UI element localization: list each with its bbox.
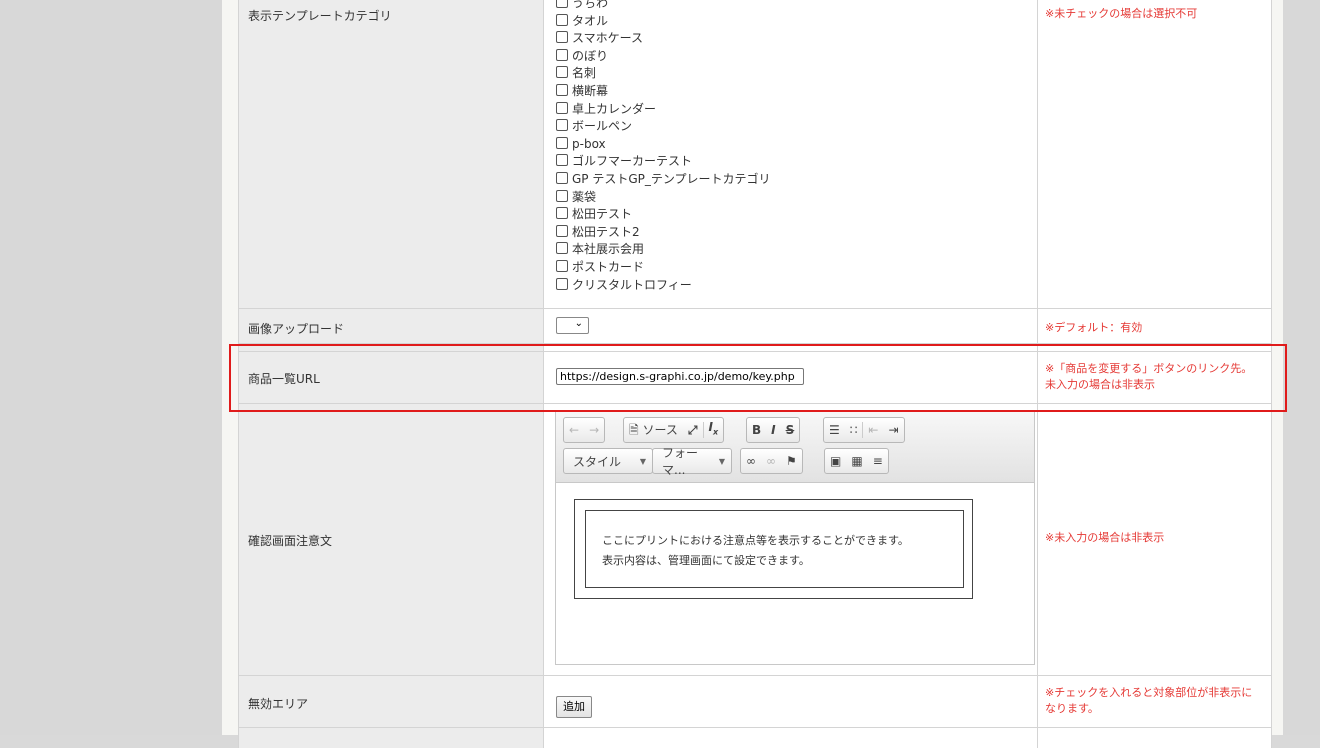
- checkbox-item[interactable]: 横断幕: [556, 83, 771, 101]
- checkbox-icon[interactable]: [556, 83, 568, 96]
- chevron-down-icon: ▼: [718, 456, 725, 466]
- redo-icon[interactable]: →: [584, 419, 604, 441]
- undo-icon[interactable]: ←: [564, 419, 584, 441]
- checkbox-icon[interactable]: [556, 101, 568, 114]
- template-category-row: 表示テンプレートカテゴリ うちわ タオル スマホケース のぼり 名刺 横断幕 卓…: [239, 0, 1271, 309]
- next-row: [239, 728, 1271, 748]
- basic-style-group: B I S: [746, 417, 801, 443]
- unlink-icon[interactable]: ∞: [761, 450, 781, 472]
- disabled-area-note-line2: なります。: [1045, 702, 1099, 715]
- image-upload-label: 画像アップロード: [248, 322, 345, 336]
- checkbox-item[interactable]: スマホケース: [556, 30, 771, 48]
- source-group: 🗎 ソース ⤢ Ix: [623, 416, 725, 443]
- checkbox-item[interactable]: 名刺: [556, 65, 771, 83]
- image-upload-note: ※デフォルト：有効: [1045, 321, 1143, 334]
- checkbox-icon[interactable]: [556, 242, 568, 255]
- product-url-label: 商品一覧URL: [248, 372, 320, 386]
- checkbox-item[interactable]: タオル: [556, 13, 771, 31]
- link-group: ∞ ∞ ⚑: [740, 448, 803, 474]
- strikethrough-icon[interactable]: S: [781, 419, 800, 441]
- page-background-left: [0, 0, 222, 735]
- checkbox-icon[interactable]: [556, 66, 568, 79]
- checkbox-item[interactable]: 卓上カレンダー: [556, 101, 771, 119]
- disabled-area-row: 無効エリア 追加 ※チェックを入れると対象部位が非表示に なります。: [239, 676, 1271, 728]
- checkbox-item[interactable]: ゴルフマーカーテスト: [556, 153, 771, 171]
- checkbox-icon[interactable]: [556, 171, 568, 184]
- checkbox-icon[interactable]: [556, 31, 568, 44]
- checkbox-item[interactable]: クリスタルトロフィー: [556, 277, 771, 295]
- image-icon[interactable]: ▣: [825, 450, 846, 472]
- checkbox-icon[interactable]: [556, 207, 568, 220]
- maximize-icon[interactable]: ⤢: [683, 419, 703, 441]
- numbered-list-icon[interactable]: ☰: [824, 419, 845, 441]
- outdent-icon[interactable]: ⇤: [863, 419, 883, 441]
- image-upload-select[interactable]: ⌄: [556, 317, 589, 334]
- notice-frame-inner: ここにプリントにおける注意点等を表示することができます。 表示内容は、管理画面に…: [585, 510, 964, 588]
- format-combo[interactable]: フォーマ... ▼: [652, 446, 732, 477]
- editor-toolbar: ← → 🗎 ソース ⤢ Ix B I S ☰ ∷ ⇤ ⇥ スタイル ▼ フォーマ…: [556, 412, 1034, 483]
- confirm-notice-label: 確認画面注意文: [248, 534, 333, 548]
- disabled-area-label: 無効エリア: [248, 697, 309, 711]
- checkbox-icon[interactable]: [556, 154, 568, 167]
- notice-content-line2: 表示内容は、管理画面にて設定できます。: [602, 554, 810, 567]
- page-background-right: [1283, 0, 1320, 735]
- checkbox-icon[interactable]: [556, 48, 568, 61]
- settings-table: 表示テンプレートカテゴリ うちわ タオル スマホケース のぼり 名刺 横断幕 卓…: [238, 0, 1272, 748]
- insert-group: ▣ ▦ ≡: [824, 448, 889, 474]
- checkbox-item[interactable]: 薬袋: [556, 189, 771, 207]
- anchor-flag-icon[interactable]: ⚑: [781, 450, 802, 472]
- notice-frame-outer: ここにプリントにおける注意点等を表示することができます。 表示内容は、管理画面に…: [574, 499, 973, 599]
- checkbox-icon[interactable]: [556, 277, 568, 290]
- checkbox-item[interactable]: 本社展示会用: [556, 241, 771, 259]
- checkbox-item[interactable]: 松田テスト2: [556, 224, 771, 242]
- undo-redo-group: ← →: [563, 417, 606, 443]
- remove-format-icon[interactable]: Ix: [704, 416, 724, 443]
- table-icon[interactable]: ▦: [846, 450, 867, 472]
- checkbox-item[interactable]: GP テストGP_テンプレートカテゴリ: [556, 171, 771, 189]
- italic-icon[interactable]: I: [766, 419, 780, 441]
- image-upload-row: 画像アップロード ⌄ ※デフォルト：有効: [239, 309, 1271, 344]
- disabled-area-note-line1: ※チェックを入れると対象部位が非表示に: [1045, 686, 1253, 699]
- product-url-note-line1: ※「商品を変更する」ボタンのリンク先。: [1045, 362, 1253, 375]
- bulleted-list-icon[interactable]: ∷: [845, 419, 863, 441]
- checkbox-item[interactable]: ポストカード: [556, 259, 771, 277]
- product-url-input[interactable]: https://design.s-graphi.co.jp/demo/key.p…: [556, 368, 804, 385]
- checkbox-icon[interactable]: [556, 189, 568, 202]
- checkbox-icon[interactable]: [556, 0, 568, 8]
- checkbox-icon[interactable]: [556, 224, 568, 237]
- template-category-checkbox-list: うちわ タオル スマホケース のぼり 名刺 横断幕 卓上カレンダー ボールペン …: [556, 0, 771, 294]
- product-url-note-line2: 未入力の場合は非表示: [1045, 378, 1155, 391]
- source-doc-icon: 🗎: [629, 423, 639, 437]
- template-category-label: 表示テンプレートカテゴリ: [248, 9, 392, 23]
- indent-icon[interactable]: ⇥: [883, 419, 903, 441]
- style-combo[interactable]: スタイル ▼: [563, 448, 653, 474]
- confirm-notice-note: ※未入力の場合は非表示: [1045, 531, 1165, 544]
- link-icon[interactable]: ∞: [741, 450, 761, 472]
- checkbox-icon[interactable]: [556, 136, 568, 149]
- settings-panel: 表示テンプレートカテゴリ うちわ タオル スマホケース のぼり 名刺 横断幕 卓…: [222, 0, 1283, 748]
- horizontal-rule-icon[interactable]: ≡: [868, 450, 888, 472]
- checkbox-item[interactable]: のぼり: [556, 48, 771, 66]
- checkbox-item[interactable]: うちわ: [556, 0, 771, 13]
- add-area-button[interactable]: 追加: [556, 696, 592, 718]
- notice-content-line1: ここにプリントにおける注意点等を表示することができます。: [602, 534, 909, 547]
- list-group: ☰ ∷ ⇤ ⇥: [823, 417, 905, 443]
- checkbox-item[interactable]: 松田テスト: [556, 206, 771, 224]
- chevron-down-icon: ▼: [639, 456, 646, 466]
- checkbox-icon[interactable]: [556, 259, 568, 272]
- product-url-row: 商品一覧URL https://design.s-graphi.co.jp/de…: [239, 352, 1271, 404]
- rich-text-editor: ← → 🗎 ソース ⤢ Ix B I S ☰ ∷ ⇤ ⇥ スタイル ▼ フォーマ…: [555, 411, 1035, 665]
- template-category-note: ※未チェックの場合は選択不可: [1045, 7, 1198, 20]
- checkbox-item[interactable]: ボールペン: [556, 118, 771, 136]
- bold-icon[interactable]: B: [747, 419, 766, 441]
- chevron-down-icon: ⌄: [574, 318, 583, 329]
- row-spacer: [239, 344, 1271, 352]
- checkbox-icon[interactable]: [556, 13, 568, 26]
- source-button[interactable]: 🗎 ソース: [624, 419, 683, 441]
- checkbox-item[interactable]: p-box: [556, 136, 771, 154]
- checkbox-icon[interactable]: [556, 119, 568, 132]
- editor-content-area[interactable]: ここにプリントにおける注意点等を表示することができます。 表示内容は、管理画面に…: [556, 483, 1034, 664]
- confirm-notice-row: 確認画面注意文 ← → 🗎 ソース ⤢ Ix B I S ☰ ∷ ⇤ ⇥ スタイ…: [239, 404, 1271, 676]
